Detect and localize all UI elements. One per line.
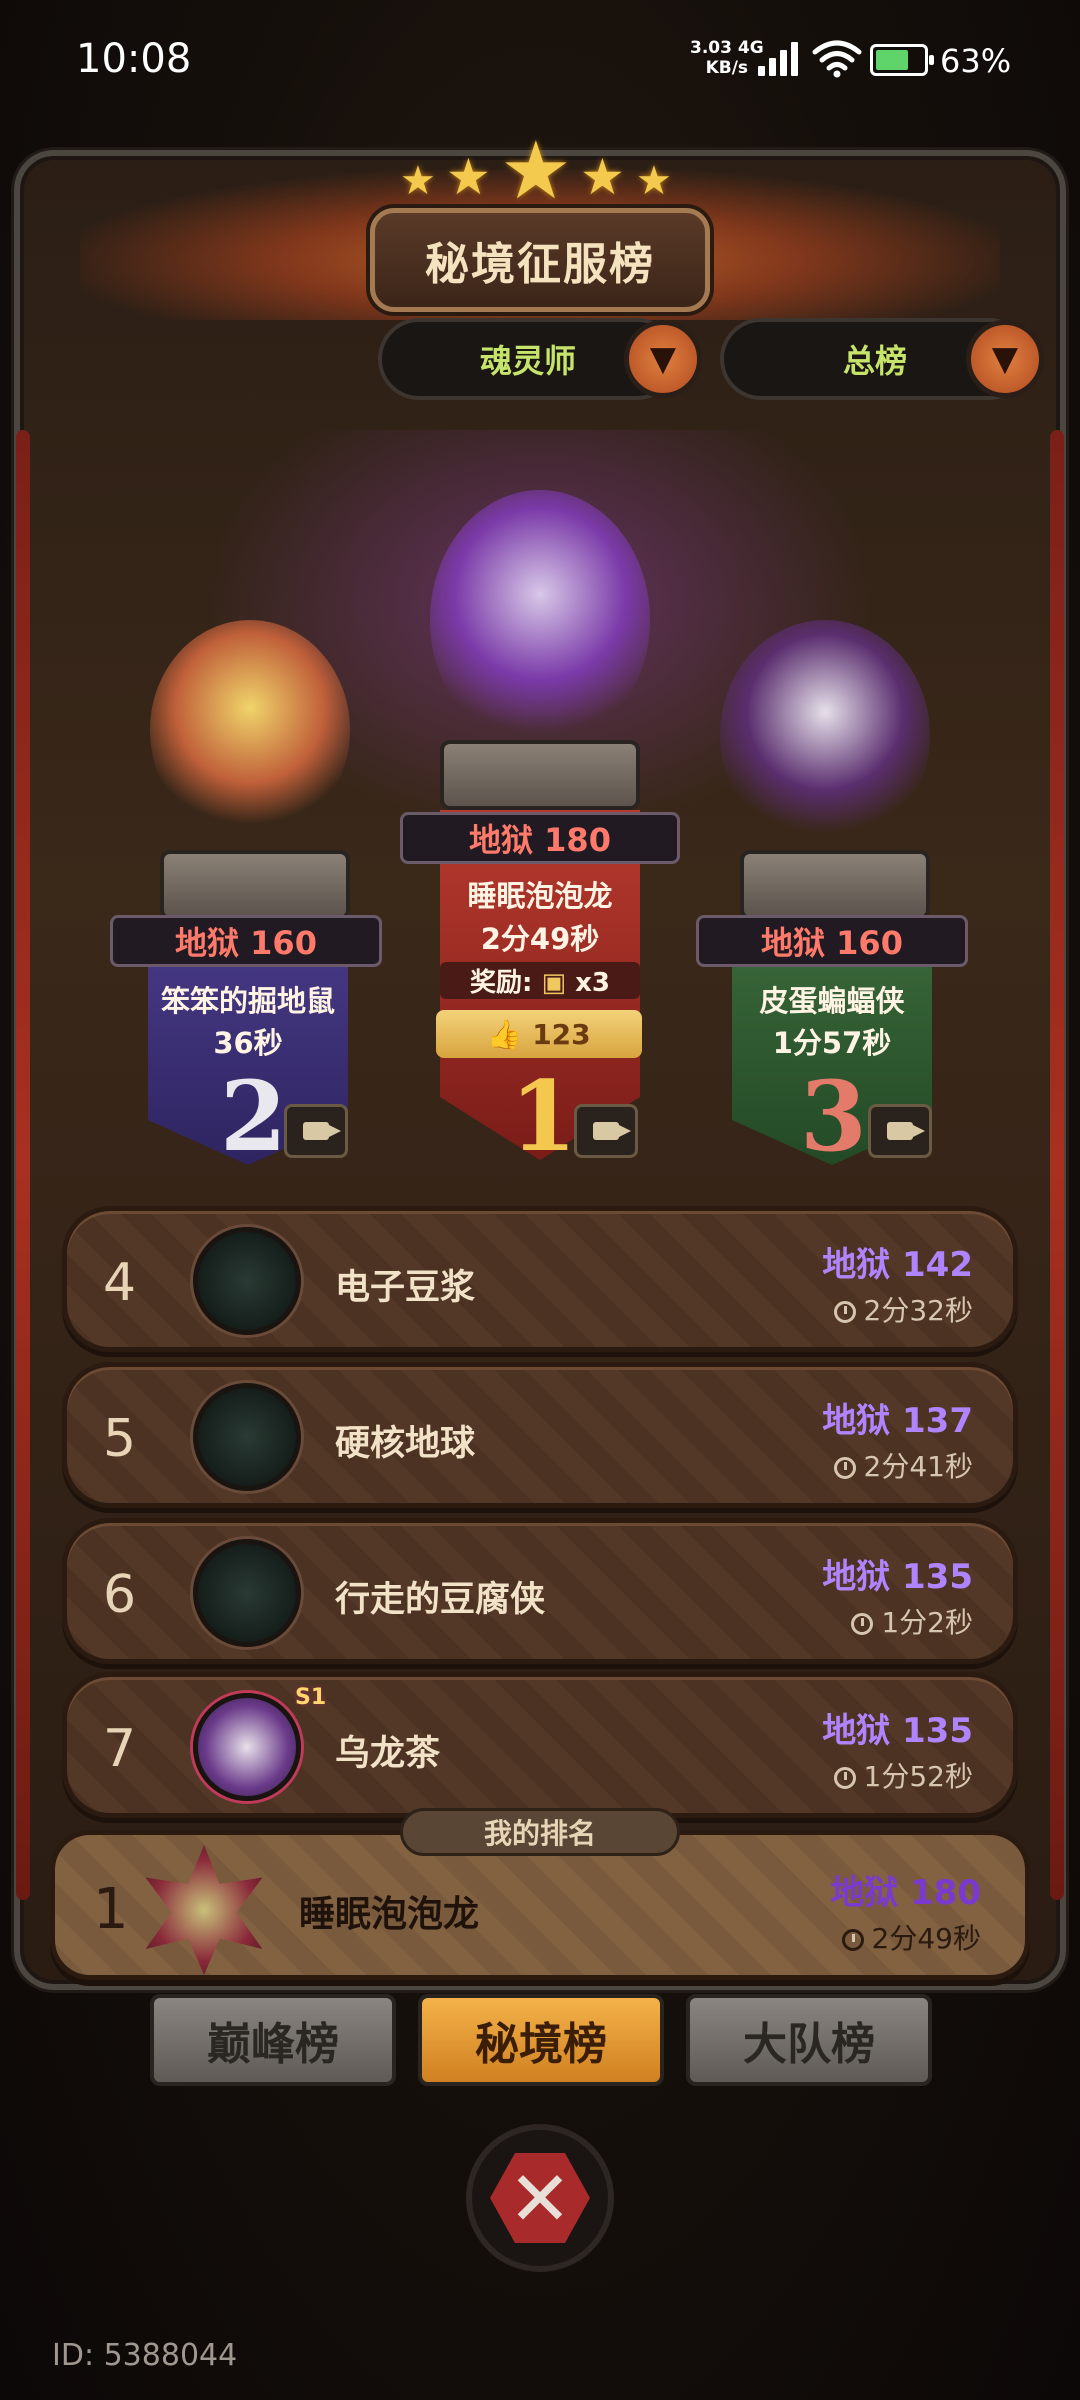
hero-avatar-3[interactable] [720, 620, 930, 850]
clock-icon [833, 1457, 856, 1479]
tab-team[interactable]: 大队榜 [686, 1994, 932, 2086]
like-count: 123 [532, 1017, 591, 1051]
star-icon: ★ [580, 148, 625, 206]
my-rank-number: 1 [93, 1877, 129, 1942]
hero-avatar-1[interactable] [430, 490, 650, 750]
podium-1-time: 2分49秒 [480, 922, 600, 956]
replay-video-icon[interactable] [284, 1104, 348, 1158]
level: 地狱 142 [822, 1245, 973, 1285]
reward-label: 奖励: [470, 968, 533, 998]
my-time: 2分49秒 [841, 1917, 981, 1957]
signal-icon [758, 40, 800, 76]
podium-1-name: 睡眠泡泡龙 [467, 879, 613, 913]
avatar[interactable] [193, 1693, 301, 1801]
clear-time: 1分2秒 [851, 1601, 973, 1641]
podium-3-name: 皮蛋蝙蝠侠 [759, 984, 905, 1018]
like-button[interactable]: 👍 123 [436, 1010, 642, 1058]
podium-1-level: 地狱 180 [400, 812, 680, 864]
clock-icon [841, 1929, 864, 1951]
level: 地狱 135 [822, 1557, 973, 1597]
page-title: 秘境征服榜 [370, 208, 710, 312]
star-icon: ★ [636, 158, 672, 204]
list-item[interactable]: 5 硬核地球 地狱 137 2分41秒 [62, 1362, 1018, 1508]
pedestal-1 [440, 740, 640, 810]
clear-time: 2分41秒 [833, 1445, 973, 1485]
podium-1-reward: 奖励: ▣ x3 [440, 962, 640, 999]
clock-icon [851, 1613, 874, 1635]
clock-icon [833, 1767, 856, 1789]
rank-number: 5 [103, 1409, 137, 1469]
leaderboard-screen: 10:08 3.03 4G KB/s 63% ★ ★ ★ ★ ★ 秘境征服榜 魂… [0, 0, 1080, 2400]
tab-peak[interactable]: 巅峰榜 [150, 1994, 396, 2086]
clear-time: 1分52秒 [833, 1755, 973, 1795]
level: 地狱 135 [822, 1711, 973, 1751]
season-badge: S1 [295, 1685, 327, 1710]
replay-video-icon[interactable] [868, 1104, 932, 1158]
list-item[interactable]: 7 S1 乌龙茶 地狱 135 1分52秒 [62, 1672, 1018, 1818]
list-item[interactable]: 4 电子豆浆 地狱 142 2分32秒 [62, 1206, 1018, 1352]
rank-number: 4 [103, 1253, 137, 1313]
chevron-down-icon[interactable]: ▼ [966, 320, 1044, 398]
status-bar: 10:08 3.03 4G KB/s 63% [0, 0, 1080, 110]
battery-percent: 63% [940, 42, 1012, 80]
network-speed: 3.03 4G KB/s [690, 38, 764, 78]
podium-3-level: 地狱 160 [696, 915, 968, 967]
speed-unit: KB/s [705, 58, 749, 78]
pedestal-3 [740, 850, 930, 920]
clock-time: 10:08 [76, 36, 192, 82]
player-name: 硬核地球 [335, 1424, 476, 1464]
speed-value: 3.03 [690, 38, 732, 58]
star-icon: ★ [500, 124, 572, 217]
podium-2-time: 36秒 [213, 1026, 283, 1060]
podium-2-level: 地狱 160 [110, 915, 382, 967]
clear-time: 2分32秒 [833, 1289, 973, 1329]
avatar[interactable] [193, 1227, 301, 1335]
podium-1-rank: 1 [510, 1060, 577, 1173]
avatar[interactable] [145, 1845, 263, 1975]
battery-icon [870, 44, 934, 76]
rank-number: 7 [103, 1719, 137, 1779]
pedestal-2 [160, 850, 350, 920]
replay-video-icon[interactable] [574, 1104, 638, 1158]
list-item[interactable]: 6 行走的豆腐侠 地狱 135 1分2秒 [62, 1518, 1018, 1664]
clock-icon [833, 1301, 856, 1323]
avatar[interactable] [193, 1539, 301, 1647]
star-icon: ★ [400, 158, 436, 204]
player-name: 电子豆浆 [335, 1268, 476, 1308]
my-rank-label: 我的排名 [400, 1808, 680, 1856]
gift-box-icon: ▣ [541, 968, 567, 998]
close-button[interactable]: ✕ [466, 2124, 614, 2272]
rank-number: 6 [103, 1565, 137, 1625]
close-icon: ✕ [490, 2153, 590, 2243]
level: 地狱 137 [822, 1401, 973, 1441]
star-icon: ★ [446, 148, 491, 206]
wifi-icon [812, 40, 862, 78]
player-name: 行走的豆腐侠 [335, 1580, 546, 1620]
podium-3-rank: 3 [800, 1060, 867, 1173]
left-rail [16, 430, 30, 1900]
tab-secret-realm[interactable]: 秘境榜 [418, 1994, 664, 2086]
thumbs-up-icon: 👍 [487, 1017, 523, 1051]
my-level: 地狱 180 [830, 1873, 981, 1913]
hero-avatar-2[interactable] [150, 620, 350, 840]
my-name: 睡眠泡泡龙 [299, 1894, 480, 1935]
player-name: 乌龙茶 [335, 1734, 441, 1774]
rating-stars: ★ ★ ★ ★ ★ [400, 124, 680, 217]
user-id: ID: 5388044 [52, 2338, 238, 2373]
chevron-down-icon[interactable]: ▼ [624, 320, 702, 398]
right-rail [1050, 430, 1064, 1900]
avatar[interactable] [193, 1383, 301, 1491]
reward-qty: x3 [575, 968, 610, 998]
podium-2-rank: 2 [220, 1060, 287, 1173]
podium-2-name: 笨笨的掘地鼠 [160, 984, 335, 1018]
podium-3-time: 1分57秒 [772, 1026, 892, 1060]
